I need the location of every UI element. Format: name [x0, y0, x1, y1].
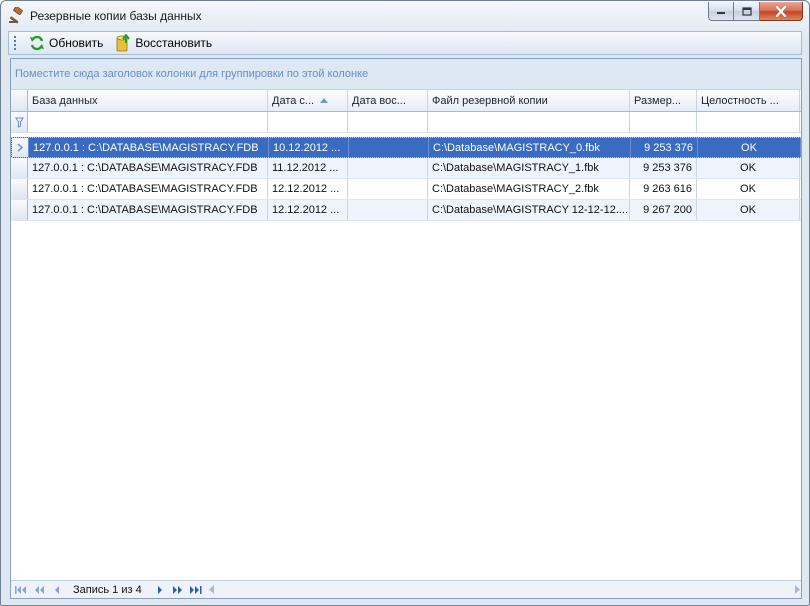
cell-restore-date[interactable]: [348, 179, 428, 199]
filter-cell-database[interactable]: [28, 112, 268, 132]
column-header-label: Файл резервной копии: [432, 94, 548, 107]
cell-backup-date[interactable]: 12.12.2012 ...: [268, 200, 348, 220]
minimize-icon: [717, 12, 725, 14]
filter-row: [11, 112, 801, 133]
database-restore-icon: [116, 34, 131, 52]
cell-backup-date[interactable]: 12.12.2012 ...: [268, 179, 348, 199]
column-header-row: База данных Дата с... Дата вос... Файл р…: [11, 90, 801, 112]
last-record-button[interactable]: [188, 582, 204, 598]
scroll-right-icon[interactable]: [793, 585, 801, 594]
refresh-icon: [30, 35, 44, 51]
row-indicator[interactable]: [11, 179, 28, 199]
table-row[interactable]: 127.0.0.1 : C:\DATABASE\MAGISTRACY.FDB 1…: [11, 179, 801, 200]
cell-restore-date[interactable]: [349, 138, 429, 157]
gavel-icon: [9, 7, 23, 24]
close-button[interactable]: [760, 2, 803, 21]
cell-restore-date[interactable]: [348, 200, 428, 220]
cell-database[interactable]: 127.0.0.1 : C:\DATABASE\MAGISTRACY.FDB: [28, 179, 268, 199]
column-header-label: Дата с...: [272, 94, 315, 107]
column-header-backup-date[interactable]: Дата с...: [268, 90, 348, 111]
cell-database[interactable]: 127.0.0.1 : C:\DATABASE\MAGISTRACY.FDB: [29, 138, 269, 157]
close-icon: [775, 5, 787, 17]
cell-integrity[interactable]: OK: [697, 179, 800, 199]
row-indicator[interactable]: [11, 200, 28, 220]
cell-size[interactable]: 9 253 376: [630, 158, 697, 178]
table-row[interactable]: 127.0.0.1 : C:\DATABASE\MAGISTRACY.FDB 1…: [11, 200, 801, 221]
prev-page-button[interactable]: [31, 582, 47, 598]
column-header-backup-file[interactable]: Файл резервной копии: [428, 90, 630, 111]
column-header-label: Дата вос...: [352, 94, 406, 107]
cell-database[interactable]: 127.0.0.1 : C:\DATABASE\MAGISTRACY.FDB: [28, 200, 268, 220]
window-controls: [708, 2, 803, 21]
header-indicator: [11, 90, 28, 111]
filter-cell-backup-date[interactable]: [268, 112, 348, 132]
rewind-icon: [35, 585, 44, 594]
maximize-button[interactable]: [734, 2, 760, 21]
filter-cell-integrity[interactable]: [697, 112, 800, 132]
filter-icon: [14, 117, 24, 128]
first-icon: [15, 585, 26, 594]
cell-size[interactable]: 9 267 200: [630, 200, 697, 220]
cell-backup-file[interactable]: C:\Database\MAGISTRACY 12-12-12....: [428, 200, 630, 220]
cell-backup-date[interactable]: 11.12.2012 ...: [268, 158, 348, 178]
fast-forward-icon: [172, 585, 182, 594]
toolbar: Обновить Восстановить: [8, 31, 802, 55]
cell-backup-date[interactable]: 10.12.2012 ...: [269, 138, 349, 157]
sort-ascending-icon: [320, 98, 329, 103]
cell-size[interactable]: 9 263 616: [630, 179, 697, 199]
scroll-track[interactable]: [216, 583, 793, 597]
current-row-arrow-icon: [17, 143, 23, 152]
backups-grid: Поместите сюда заголовок колонки для гру…: [10, 58, 802, 599]
refresh-label: Обновить: [49, 36, 104, 50]
toolbar-grip[interactable]: [12, 36, 18, 50]
next-record-button[interactable]: [152, 582, 168, 598]
column-header-restore-date[interactable]: Дата вос...: [348, 90, 428, 111]
column-header-label: Целостность ...: [701, 94, 779, 107]
column-header-database[interactable]: База данных: [28, 90, 268, 111]
column-header-label: Размер...: [634, 94, 681, 107]
backup-window: Резервные копии базы данных Обновить Вос…: [0, 0, 810, 606]
cell-database[interactable]: 127.0.0.1 : C:\DATABASE\MAGISTRACY.FDB: [28, 158, 268, 178]
filter-indicator[interactable]: [11, 112, 28, 132]
minimize-button[interactable]: [708, 2, 734, 21]
column-header-label: База данных: [32, 94, 98, 107]
column-header-size[interactable]: Размер...: [630, 90, 697, 111]
cell-restore-date[interactable]: [348, 158, 428, 178]
prev-icon: [55, 585, 59, 594]
cell-integrity[interactable]: OK: [698, 138, 801, 157]
restore-label: Восстановить: [135, 36, 213, 50]
cell-backup-file[interactable]: C:\Database\MAGISTRACY_0.fbk: [429, 138, 631, 157]
horizontal-scrollbar[interactable]: [207, 581, 801, 598]
refresh-button[interactable]: Обновить: [26, 33, 106, 53]
last-icon: [189, 585, 202, 594]
table-row[interactable]: 127.0.0.1 : C:\DATABASE\MAGISTRACY.FDB 1…: [11, 137, 801, 158]
group-by-panel[interactable]: Поместите сюда заголовок колонки для гру…: [11, 59, 801, 90]
title-bar[interactable]: Резервные копии базы данных: [1, 1, 809, 31]
filter-cell-size[interactable]: [630, 112, 697, 132]
maximize-icon: [741, 6, 752, 16]
cell-integrity[interactable]: OK: [697, 158, 800, 178]
scroll-left-icon[interactable]: [208, 585, 216, 594]
filter-cell-restore-date[interactable]: [348, 112, 428, 132]
next-icon: [157, 585, 162, 594]
window-title: Резервные копии базы данных: [30, 9, 202, 23]
cell-integrity[interactable]: OK: [697, 200, 800, 220]
first-record-button[interactable]: [13, 582, 29, 598]
cell-backup-file[interactable]: C:\Database\MAGISTRACY_1.fbk: [428, 158, 630, 178]
row-indicator[interactable]: [12, 138, 29, 157]
cell-backup-file[interactable]: C:\Database\MAGISTRACY_2.fbk: [428, 179, 630, 199]
cell-size[interactable]: 9 253 376: [631, 138, 698, 157]
rows-area: 127.0.0.1 : C:\DATABASE\MAGISTRACY.FDB 1…: [11, 133, 801, 572]
next-page-button[interactable]: [170, 582, 186, 598]
restore-button[interactable]: Восстановить: [112, 33, 215, 53]
table-row[interactable]: 127.0.0.1 : C:\DATABASE\MAGISTRACY.FDB 1…: [11, 158, 801, 179]
record-navigator: Запись 1 из 4: [11, 580, 801, 598]
column-header-integrity[interactable]: Целостность ...: [697, 90, 800, 111]
row-indicator[interactable]: [11, 158, 28, 178]
record-counter: Запись 1 из 4: [73, 583, 142, 596]
filter-cell-backup-file[interactable]: [428, 112, 630, 132]
prev-record-button[interactable]: [49, 582, 65, 598]
